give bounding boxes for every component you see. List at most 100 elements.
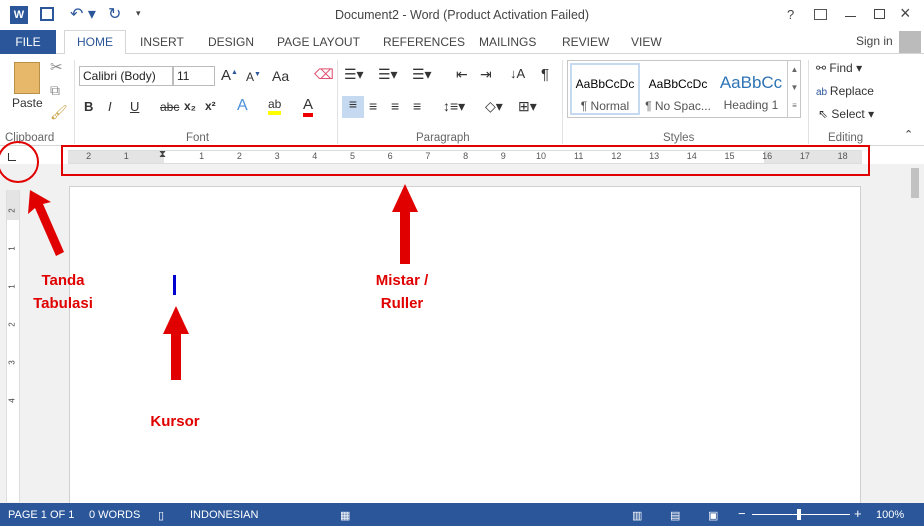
zoom-in-button[interactable]: + [854, 506, 862, 521]
close-button[interactable]: × [900, 3, 911, 24]
annotation-ruler-label: Mistar / Ruller [375, 272, 429, 312]
sign-in-link[interactable]: Sign in [856, 34, 893, 48]
ruler-highlight-box [61, 145, 870, 176]
style-heading-1[interactable]: AaBbCc Heading 1 [716, 63, 786, 115]
align-right-icon[interactable]: ≡ [391, 98, 399, 114]
format-painter-icon[interactable]: 🖌 [50, 104, 68, 121]
cursor-arrow-icon: ⇖ [818, 107, 832, 121]
shading-icon[interactable]: ◇▾ [485, 98, 503, 115]
borders-icon[interactable]: ⊞▾ [518, 98, 537, 115]
subscript-button[interactable]: x₂ [184, 99, 196, 113]
annotation-overlay [0, 141, 870, 380]
tab-page-layout[interactable]: PAGE LAYOUT [277, 35, 360, 49]
replace-button[interactable]: ab Replace [816, 84, 874, 98]
sort-icon[interactable]: ↓A [510, 66, 525, 81]
status-bar: PAGE 1 OF 1 0 WORDS ▯ INDONESIAN ▦ ▥ ▤ ▣… [0, 503, 924, 526]
bold-button[interactable]: B [84, 99, 93, 114]
style-preview: AaBbCcDc [575, 77, 635, 91]
clear-formatting-icon[interactable]: ⌫ [314, 66, 334, 83]
language[interactable]: INDONESIAN [190, 509, 258, 521]
font-size-select[interactable]: 11 [173, 66, 215, 86]
cut-icon[interactable]: ✂ [50, 58, 63, 76]
select-label: Select [831, 107, 865, 121]
web-layout-icon[interactable]: ▣ [708, 509, 718, 522]
word-count[interactable]: 0 WORDS [89, 509, 140, 521]
divider [808, 60, 809, 144]
justify-icon[interactable]: ≡ [413, 98, 421, 114]
proofing-icon[interactable]: ▯ [158, 509, 164, 522]
tab-mailings[interactable]: MAILINGS [479, 35, 536, 49]
tab-marker-circle [0, 141, 39, 183]
annotation-tab-label: Tanda Tabulasi [33, 272, 93, 312]
read-mode-icon[interactable]: ▥ [632, 509, 642, 522]
change-case-button[interactable]: Aa [272, 68, 289, 84]
select-button[interactable]: ⇖ Select ▾ [818, 107, 874, 121]
find-button[interactable]: ⚯ Find ▾ [816, 61, 862, 75]
minimize-button[interactable] [845, 16, 856, 17]
highlight-color-icon[interactable]: ab [268, 97, 282, 115]
zoom-level[interactable]: 100% [876, 509, 904, 521]
copy-icon[interactable]: ⧉ [50, 82, 60, 99]
italic-button[interactable]: I [108, 99, 112, 114]
shrink-font-icon[interactable]: A▼ [246, 70, 261, 84]
page-count[interactable]: PAGE 1 OF 1 [8, 509, 74, 521]
arrow-to-tab [28, 190, 64, 256]
title-bar: W ↶ ▾ ↻ ▾ Document2 - Word (Product Acti… [0, 0, 924, 30]
ribbon-display-button[interactable] [814, 9, 827, 20]
maximize-button[interactable] [874, 9, 885, 19]
style-preview: AaBbCc [719, 73, 783, 92]
underline-button[interactable]: U [130, 99, 139, 114]
zoom-out-button[interactable]: − [738, 506, 746, 521]
replace-label: Replace [829, 84, 874, 98]
style-label: Heading 1 [723, 98, 779, 112]
numbering-icon[interactable]: ☰▾ [378, 66, 398, 83]
tab-file[interactable]: FILE [0, 30, 56, 54]
arrow-to-ruler [392, 184, 418, 264]
tab-home[interactable]: HOME [64, 30, 126, 55]
vertical-scrollbar[interactable] [906, 164, 924, 503]
styles-gallery: AaBbCcDc ¶ Normal AaBbCcDc ¶ No Spac... … [567, 60, 801, 118]
help-button[interactable]: ? [787, 7, 794, 22]
vruler-number: 4 [7, 398, 17, 403]
styles-scroll[interactable]: ▲ ▼ ≡ [787, 61, 801, 117]
style-label: ¶ No Spac... [645, 99, 711, 113]
replace-icon: ab [816, 87, 830, 98]
tab-insert[interactable]: INSERT [140, 35, 184, 49]
style-normal[interactable]: AaBbCcDc ¶ Normal [570, 63, 640, 115]
style-no-spacing[interactable]: AaBbCcDc ¶ No Spac... [643, 63, 713, 115]
style-label: ¶ Normal [580, 99, 630, 113]
multilevel-list-icon[interactable]: ☰▾ [412, 66, 432, 83]
avatar[interactable] [899, 31, 921, 53]
tab-view[interactable]: VIEW [631, 35, 662, 49]
tab-design[interactable]: DESIGN [208, 35, 254, 49]
annotation-cursor-label: Kursor [150, 413, 200, 430]
align-left-icon[interactable]: ≡ [342, 96, 364, 118]
grow-font-icon[interactable]: A▲ [221, 67, 238, 84]
arrow-to-cursor [163, 306, 189, 380]
decrease-indent-icon[interactable]: ⇤ [456, 66, 468, 83]
style-preview: AaBbCcDc [648, 77, 708, 91]
show-marks-icon[interactable]: ¶ [541, 66, 549, 83]
increase-indent-icon[interactable]: ⇥ [480, 66, 492, 83]
font-color-icon[interactable]: A [303, 96, 314, 117]
line-spacing-icon[interactable]: ↕≡▾ [443, 98, 465, 115]
divider [337, 60, 338, 144]
binoculars-icon: ⚯ [816, 61, 830, 75]
superscript-button[interactable]: x² [205, 99, 216, 113]
font-name-select[interactable]: Calibri (Body) [79, 66, 173, 86]
bullets-icon[interactable]: ☰▾ [344, 66, 364, 83]
tab-references[interactable]: REFERENCES [383, 35, 465, 49]
tab-review[interactable]: REVIEW [562, 35, 609, 49]
paste-icon[interactable] [14, 62, 40, 94]
macro-icon[interactable]: ▦ [340, 509, 350, 522]
window-title: Document2 - Word (Product Activation Fai… [334, 8, 590, 22]
zoom-slider[interactable] [752, 509, 850, 520]
paste-button[interactable]: Paste [12, 96, 43, 110]
divider [74, 60, 75, 144]
strikethrough-button[interactable]: abc [160, 100, 179, 114]
text-effects-icon[interactable]: A [237, 97, 248, 115]
print-layout-icon[interactable]: ▤ [670, 509, 680, 522]
find-label: Find [829, 61, 853, 75]
align-center-icon[interactable]: ≡ [369, 98, 377, 114]
divider [562, 60, 563, 144]
